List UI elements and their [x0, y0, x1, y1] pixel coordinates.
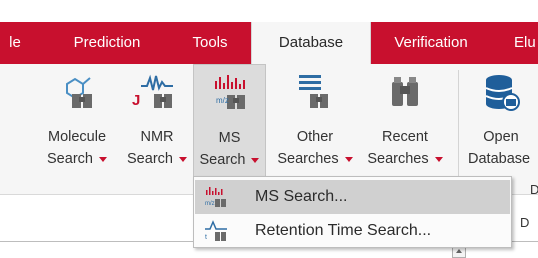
menu-item-label: Retention Time Search...: [255, 222, 432, 239]
ms-search-label-2: Search: [199, 152, 246, 168]
chevron-up-icon: [456, 249, 462, 253]
database-icon: [485, 75, 520, 111]
molecule-search-button[interactable]: Molecule Search: [32, 64, 122, 182]
ribbon-tab-bar: le Prediction Tools Database Verificatio…: [0, 22, 538, 64]
open-database-label-1: Open: [483, 129, 519, 145]
chevron-down-icon: [98, 156, 107, 162]
recent-searches-button[interactable]: Recent Searches: [360, 64, 450, 182]
nmr-search-label-2: Search: [127, 151, 173, 167]
binoculars-icon: [392, 77, 418, 106]
recent-searches-label-2: Searches: [367, 151, 429, 167]
other-searches-label-2: Searches: [277, 151, 339, 167]
nmr-search-label-1: NMR: [140, 129, 174, 145]
tab-partial-left[interactable]: le: [0, 22, 30, 64]
nmr-search-button[interactable]: J NMR Search: [122, 64, 192, 182]
tab-verification[interactable]: Verification: [376, 22, 486, 64]
chevron-down-icon: [251, 157, 260, 163]
open-database-label-2: Database: [468, 151, 531, 167]
menu-item-ms-search[interactable]: m/z MS Search...: [195, 180, 510, 214]
open-database-button[interactable]: Open Database: [464, 64, 538, 182]
molecule-search-label-2: Search: [47, 151, 93, 167]
molecule-search-icon: [66, 77, 92, 108]
chevron-down-icon: [344, 156, 353, 162]
svg-text:t: t: [205, 234, 207, 241]
recent-searches-label-1: Recent: [382, 129, 428, 145]
right-panel-stub: D: [520, 215, 530, 230]
svg-text:m/z: m/z: [216, 96, 229, 105]
ms-spectrum-icon: m/z: [214, 75, 245, 109]
ms-search-dropdown-menu: m/z MS Search... t Retention Time Search…: [193, 176, 512, 248]
tab-database[interactable]: Database: [251, 22, 371, 64]
other-searches-button[interactable]: Other Searches: [270, 64, 360, 182]
nmr-spectrum-icon: [141, 74, 173, 108]
ribbon-group-label: D: [530, 182, 538, 197]
retention-time-icon: t: [205, 220, 227, 241]
other-searches-label-1: Other: [296, 129, 334, 145]
ms-spectrum-icon: m/z: [205, 187, 226, 207]
ms-search-label-1: MS: [218, 130, 241, 146]
tab-tools[interactable]: Tools: [175, 22, 245, 64]
menu-item-label: MS Search...: [255, 188, 348, 205]
svg-text:m/z: m/z: [205, 201, 215, 207]
menu-item-retention-time-search[interactable]: t Retention Time Search...: [195, 214, 510, 248]
nmr-j-badge: J: [132, 92, 141, 109]
other-searches-icon: [299, 75, 328, 108]
ribbon-separator: [458, 70, 459, 180]
chevron-down-icon: [178, 156, 187, 162]
chevron-down-icon: [434, 156, 443, 162]
ms-search-button[interactable]: m/z MS Search: [193, 64, 266, 182]
window-top-strip: [0, 0, 538, 22]
tab-partial-right[interactable]: Elu: [500, 22, 538, 64]
molecule-search-label-1: Molecule: [47, 129, 107, 145]
tab-prediction[interactable]: Prediction: [52, 22, 162, 64]
